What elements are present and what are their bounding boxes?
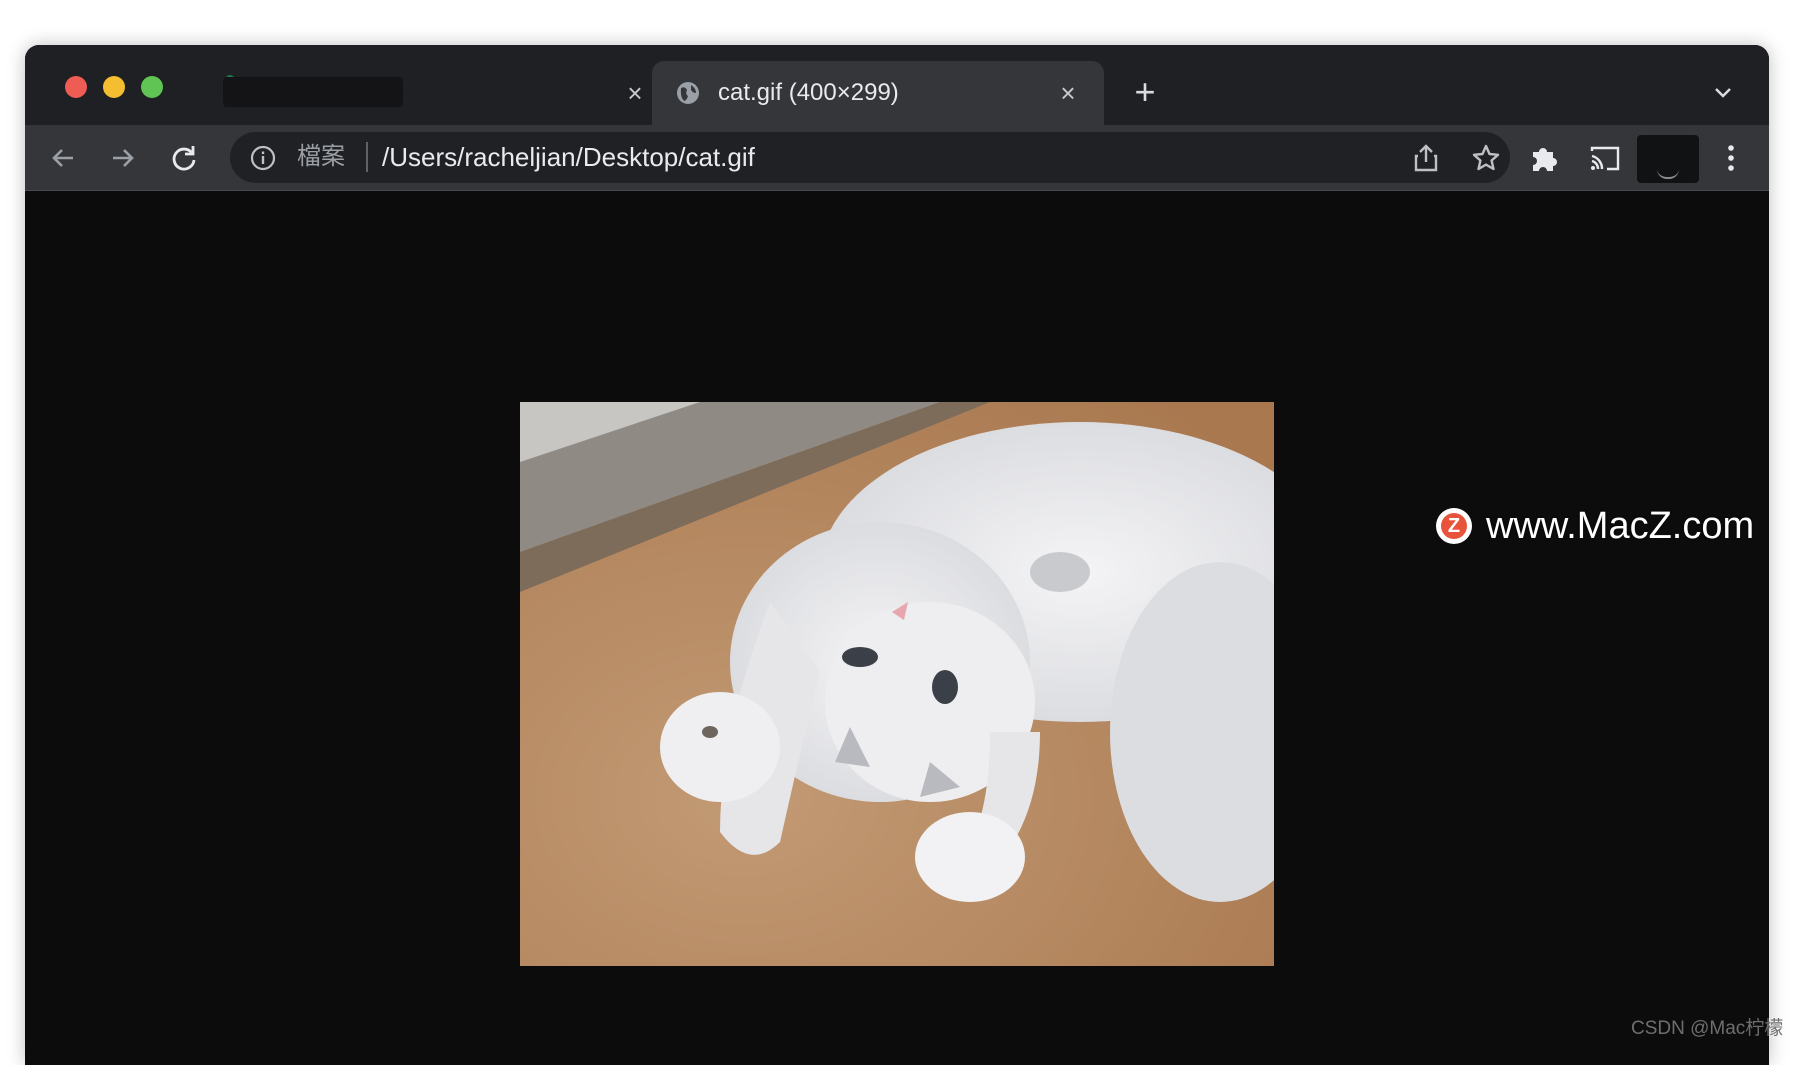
toolbar: 檔案 /Users/racheljian/Desktop/cat.gif	[25, 125, 1769, 191]
back-arrow-icon[interactable]	[47, 142, 79, 174]
share-icon[interactable]	[1412, 143, 1440, 173]
globe-icon	[677, 82, 699, 104]
bookmark-star-icon[interactable]	[1471, 143, 1501, 173]
tab-close-icon[interactable]: ×	[621, 79, 649, 107]
macz-logo-icon: Z	[1436, 508, 1472, 544]
tab-close-icon[interactable]: ×	[1054, 79, 1082, 107]
watermark-text: www.MacZ.com	[1486, 505, 1755, 547]
tab-title: cat.gif (400×299)	[718, 79, 899, 106]
cast-icon[interactable]	[1588, 142, 1622, 174]
chip-divider	[366, 142, 368, 172]
source-credit: CSDN @Mac柠檬	[1631, 1018, 1784, 1039]
site-watermark: Z www.MacZ.com	[1436, 504, 1754, 548]
new-tab-button[interactable]: +	[1128, 74, 1162, 110]
more-menu-icon[interactable]	[1725, 140, 1737, 176]
reload-icon[interactable]	[168, 142, 200, 174]
security-chip-label[interactable]: 檔案	[297, 142, 345, 172]
forward-arrow-icon[interactable]	[107, 142, 139, 174]
profile-avatar[interactable]	[1637, 135, 1699, 183]
close-window-button[interactable]	[65, 76, 87, 98]
page-content	[25, 191, 1769, 1065]
tab-inactive[interactable]: ×	[195, 61, 675, 125]
profile-avatar-shape	[1657, 169, 1679, 179]
cat-gif-image	[520, 402, 1274, 966]
info-icon[interactable]	[250, 145, 276, 171]
url-text[interactable]: /Users/racheljian/Desktop/cat.gif	[382, 142, 755, 172]
minimize-window-button[interactable]	[103, 76, 125, 98]
tab-active[interactable]: cat.gif (400×299) ×	[652, 61, 1104, 125]
address-bar[interactable]: 檔案 /Users/racheljian/Desktop/cat.gif	[230, 132, 1510, 183]
maximize-window-button[interactable]	[141, 76, 163, 98]
browser-window: × cat.gif (400×299) × + 檔案 /Users/rachel…	[25, 45, 1769, 1065]
extensions-puzzle-icon[interactable]	[1528, 142, 1560, 174]
tab-title-redacted	[223, 77, 403, 107]
chevron-down-icon[interactable]	[1711, 81, 1735, 105]
tab-strip: × cat.gif (400×299) × +	[25, 45, 1769, 125]
macz-logo-letter: Z	[1441, 513, 1467, 539]
